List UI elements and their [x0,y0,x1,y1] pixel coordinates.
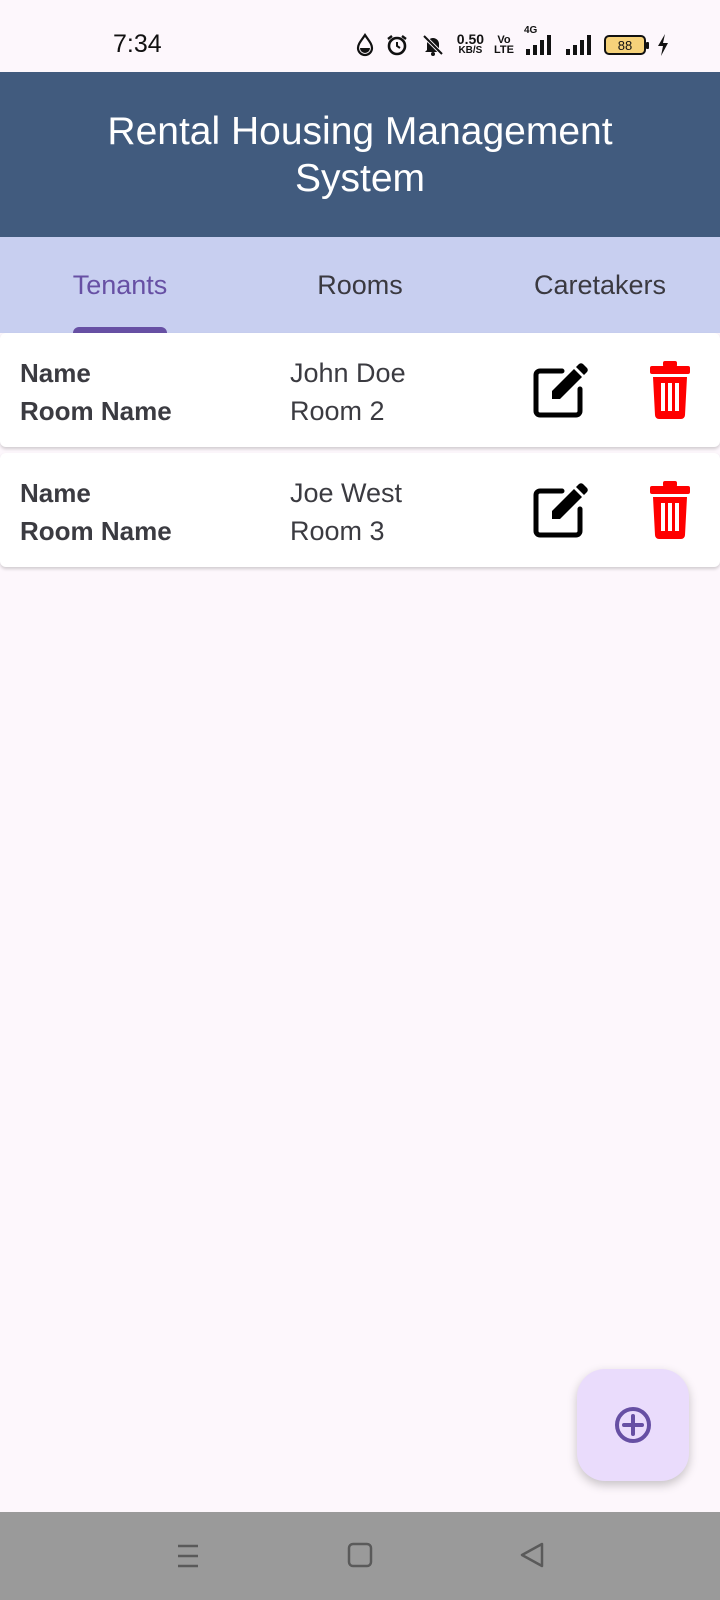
volte-bottom: LTE [494,44,514,56]
network-type-label: 4G [524,25,538,36]
delete-button[interactable] [648,361,692,419]
system-nav-bar [0,1512,720,1600]
charging-icon [656,33,670,57]
tenant-name: Joe West [290,478,403,508]
status-bar: 7:34 0.50 KB/S Vo LTE 4G 88 [0,0,720,72]
tenant-field-labels: Name Room Name [20,474,172,550]
battery-icon: 88 [604,35,649,55]
add-tenant-button[interactable] [577,1369,689,1481]
tenant-field-values: John Doe Room 2 [290,354,406,430]
menu-icon [178,1544,198,1568]
name-label: Name [20,358,91,388]
status-time: 7:34 [113,30,162,58]
battery-level: 88 [617,37,633,53]
tenant-name: John Doe [290,358,406,388]
tenant-card: Name Room Name John Doe Room 2 [0,333,720,447]
home-square-icon [347,1542,373,1568]
network-speed-unit: KB/S [458,45,483,56]
page-title: Rental Housing Management System [107,109,613,200]
edit-button[interactable] [532,363,588,419]
tenant-room: Room 3 [290,516,385,546]
tab-tenants[interactable]: Tenants [0,237,240,333]
edit-icon [533,483,588,538]
back-button[interactable] [514,1540,550,1572]
add-circle-icon [615,1407,651,1443]
room-name-label: Room Name [20,516,172,546]
back-triangle-icon [520,1542,544,1568]
app-bar: Rental Housing Management System [0,72,720,237]
edit-button[interactable] [532,483,588,539]
signal-4g-icon: 4G [524,25,554,57]
tab-caretakers[interactable]: Caretakers [480,237,720,333]
tenant-field-values: Joe West Room 3 [290,474,402,550]
trash-icon [650,361,690,419]
tab-rooms[interactable]: Rooms [240,237,480,333]
tab-caretakers-label: Caretakers [533,269,667,300]
network-speed: 0.50 KB/S [456,31,485,57]
tenant-room: Room 2 [290,396,385,426]
edit-icon [533,363,588,418]
status-icons: 0.50 KB/S Vo LTE 4G 88 [355,25,670,60]
data-saver-icon [355,33,375,57]
signal-icon [564,33,594,57]
tab-tenants-label: Tenants [72,269,168,300]
alarm-icon [385,33,409,57]
tab-rooms-label: Rooms [317,269,403,300]
network-speed-value: 0.50 [456,31,485,47]
home-button[interactable] [342,1540,378,1572]
tenant-card: Name Room Name Joe West Room 3 [0,453,720,567]
volte-indicator: Vo LTE [494,35,514,56]
mute-notification-icon [419,33,447,57]
delete-button[interactable] [648,481,692,539]
recent-apps-button[interactable] [170,1540,206,1572]
tab-bar: Tenants Rooms Caretakers [0,237,720,333]
tenant-field-labels: Name Room Name [20,354,172,430]
name-label: Name [20,478,91,508]
trash-icon [650,481,690,539]
room-name-label: Room Name [20,396,172,426]
